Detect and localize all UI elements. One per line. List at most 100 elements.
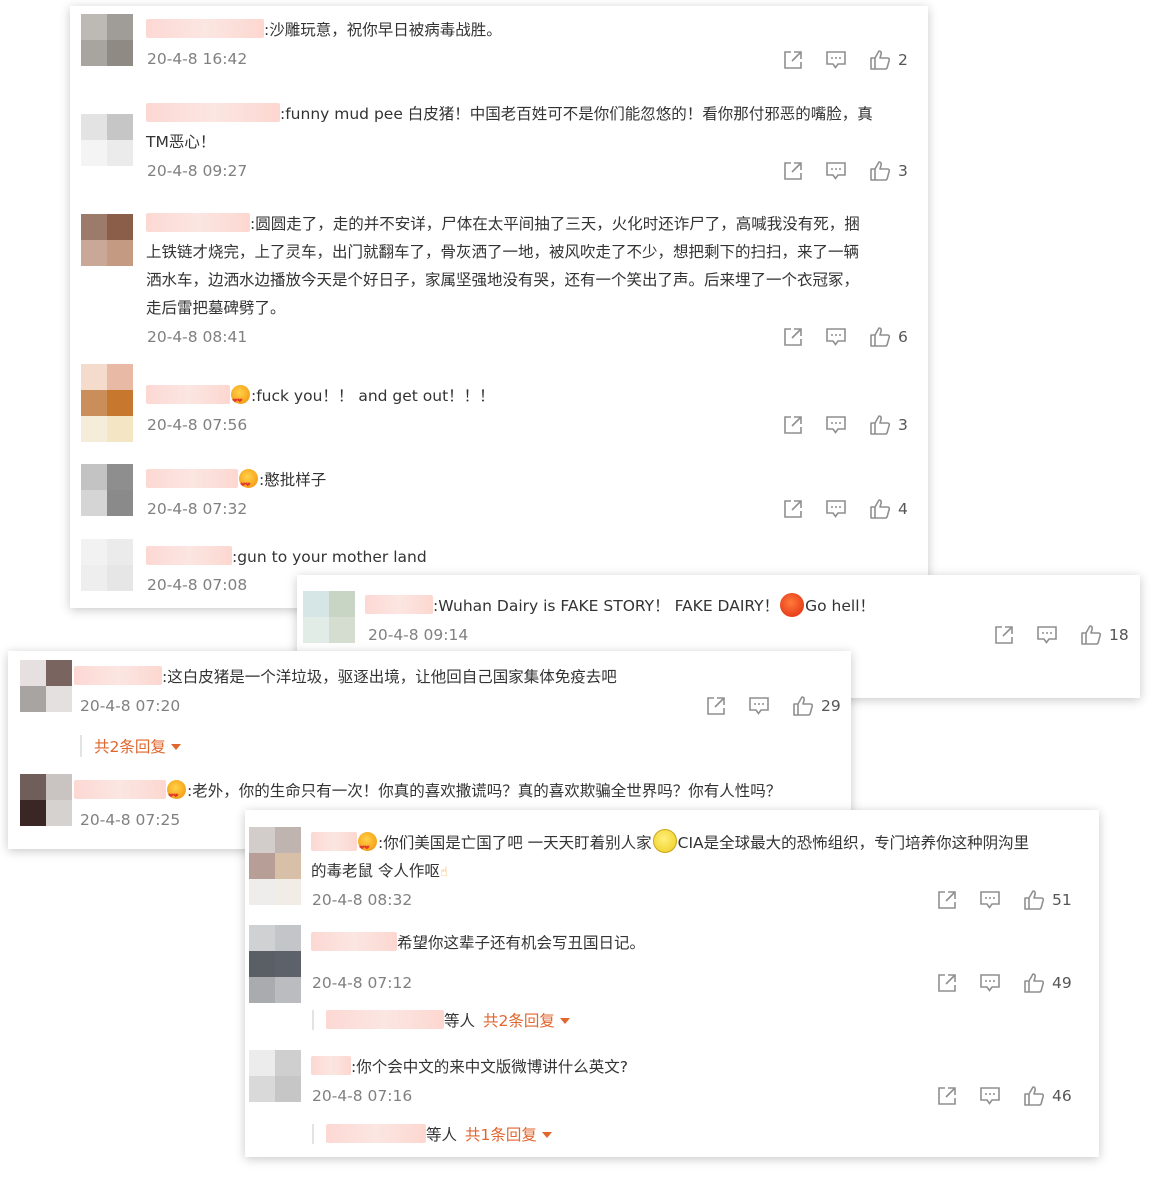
- avatar-lower: [249, 879, 301, 905]
- like-icon[interactable]: [1023, 972, 1045, 994]
- avatar[interactable]: [81, 364, 133, 416]
- comment-icon[interactable]: [825, 326, 847, 348]
- sub-replies-row: 等人 共1条回复: [312, 1124, 552, 1144]
- like-icon[interactable]: [1080, 624, 1102, 646]
- smiley-face-emoji-icon: [652, 829, 677, 853]
- share-icon[interactable]: [782, 49, 804, 71]
- username-blurred[interactable]: [365, 595, 433, 614]
- avatar[interactable]: [81, 114, 133, 166]
- like-count: 49: [1052, 974, 1072, 992]
- heart-eyes-emoji-icon: [239, 469, 258, 499]
- share-icon[interactable]: [936, 1085, 958, 1107]
- timestamp: 20-4-8 07:08: [147, 576, 248, 594]
- view-replies-link[interactable]: 共2条回复: [80, 735, 181, 757]
- avatar-lower: [81, 416, 133, 442]
- comment-icon[interactable]: [825, 160, 847, 182]
- comment-icon[interactable]: [748, 695, 770, 717]
- like-icon[interactable]: [1023, 1085, 1045, 1107]
- username-blurred[interactable]: [146, 469, 238, 488]
- comment-text: 希望你这辈子还有机会写丑国日记。: [311, 929, 645, 957]
- like-icon[interactable]: [792, 695, 814, 717]
- avatar[interactable]: [303, 591, 355, 643]
- comment-text: :Wuhan Dairy is FAKE STORY！ FAKE DAIRY！ G…: [365, 592, 875, 620]
- comment-icon[interactable]: [979, 972, 1001, 994]
- share-icon[interactable]: [936, 972, 958, 994]
- avatar[interactable]: [81, 464, 133, 516]
- like-count: 29: [821, 697, 841, 715]
- username-blurred[interactable]: [146, 385, 230, 404]
- view-replies-link[interactable]: 共2条回复: [483, 1012, 570, 1030]
- comment-item: :funny mud pee 白皮猪！中国老百姓可不是你们能忽悠的！看你那付邪恶…: [70, 96, 928, 206]
- timestamp: 20-4-8 07:32: [147, 500, 248, 518]
- comment-text: :funny mud pee 白皮猪！中国老百姓可不是你们能忽悠的！看你那付邪恶…: [146, 103, 873, 151]
- like-icon[interactable]: [869, 414, 891, 436]
- username-blurred[interactable]: [311, 932, 397, 951]
- like-icon[interactable]: [869, 160, 891, 182]
- username-blurred[interactable]: [326, 1124, 426, 1143]
- comment-icon[interactable]: [825, 414, 847, 436]
- share-icon[interactable]: [782, 414, 804, 436]
- timestamp: 20-4-8 07:16: [312, 1087, 413, 1105]
- share-icon[interactable]: [705, 695, 727, 717]
- share-icon[interactable]: [782, 160, 804, 182]
- comment-actions: 49: [936, 972, 1076, 996]
- like-count: 3: [898, 162, 908, 180]
- timestamp: 20-4-8 07:12: [312, 974, 413, 992]
- comment-item: :你们美国是亡国了吧 一天天盯着别人家CIA是全球最大的恐怖组织，专门培养你这种…: [245, 810, 1099, 920]
- comment-actions: 46: [936, 1085, 1076, 1109]
- pointing-hand-icon: ☝: [439, 865, 448, 880]
- username-blurred[interactable]: [74, 666, 162, 685]
- comment-actions: 29: [705, 695, 845, 719]
- timestamp: 20-4-8 16:42: [147, 50, 248, 68]
- avatar[interactable]: [249, 827, 301, 879]
- avatar-top: [20, 660, 72, 686]
- share-icon[interactable]: [782, 326, 804, 348]
- chevron-down-icon: [170, 744, 181, 750]
- like-icon[interactable]: [869, 498, 891, 520]
- comment-icon[interactable]: [979, 1085, 1001, 1107]
- like-count: 18: [1109, 626, 1129, 644]
- comment-actions: 6: [782, 326, 922, 350]
- username-blurred[interactable]: [326, 1010, 444, 1029]
- avatar[interactable]: [20, 774, 72, 826]
- like-icon[interactable]: [869, 326, 891, 348]
- comment-text: :你个会中文的来中文版微博讲什么英文?: [311, 1053, 628, 1081]
- share-icon[interactable]: [782, 498, 804, 520]
- view-replies-link[interactable]: 共1条回复: [465, 1126, 552, 1144]
- share-icon[interactable]: [936, 889, 958, 911]
- avatar[interactable]: [249, 1050, 301, 1102]
- share-icon[interactable]: [993, 624, 1015, 646]
- username-blurred[interactable]: [146, 213, 250, 232]
- timestamp: 20-4-8 09:14: [368, 626, 469, 644]
- username-blurred[interactable]: [146, 546, 232, 565]
- like-count: 2: [898, 51, 908, 69]
- avatar[interactable]: [81, 214, 133, 266]
- like-icon[interactable]: [1023, 889, 1045, 911]
- comment-icon[interactable]: [1036, 624, 1058, 646]
- username-blurred[interactable]: [146, 103, 280, 122]
- timestamp: 20-4-8 07:20: [80, 697, 181, 715]
- username-blurred[interactable]: [311, 1056, 351, 1075]
- like-icon[interactable]: [869, 49, 891, 71]
- comment-icon[interactable]: [825, 49, 847, 71]
- comment-icon[interactable]: [979, 889, 1001, 911]
- comment-text: :沙雕玩意，祝你早日被病毒战胜。: [146, 16, 502, 44]
- comment-item: :憨批样子 20-4-8 07:32 4: [70, 452, 928, 536]
- comment-text: :老外，你的生命只有一次！你真的喜欢撒谎吗？真的喜欢欺骗全世界吗？你有人性吗？: [74, 777, 781, 810]
- avatar[interactable]: [81, 539, 133, 591]
- avatar[interactable]: [249, 925, 301, 977]
- comment-item: :fuck you！！ and get out！！！ 20-4-8 07:56 …: [70, 364, 928, 452]
- timestamp: 20-4-8 08:41: [147, 328, 248, 346]
- comment-text: :fuck you！！ and get out！！！: [146, 382, 495, 415]
- chevron-down-icon: [541, 1132, 552, 1138]
- username-blurred[interactable]: [74, 780, 166, 799]
- avatar[interactable]: [81, 14, 133, 66]
- comment-icon[interactable]: [825, 498, 847, 520]
- like-count: 4: [898, 500, 908, 518]
- like-count: 3: [898, 416, 908, 434]
- comment-text: :圆圆走了，走的并不安详，尸体在太平间抽了三天，火化时还诈尸了，高喊我没有死，捆…: [146, 213, 860, 317]
- username-blurred[interactable]: [146, 19, 264, 38]
- timestamp: 20-4-8 09:27: [147, 162, 248, 180]
- username-blurred[interactable]: [311, 832, 357, 851]
- comment-item: 希望你这辈子还有机会写丑国日记。 20-4-8 07:12 49 等人 共2条回复: [245, 920, 1099, 1038]
